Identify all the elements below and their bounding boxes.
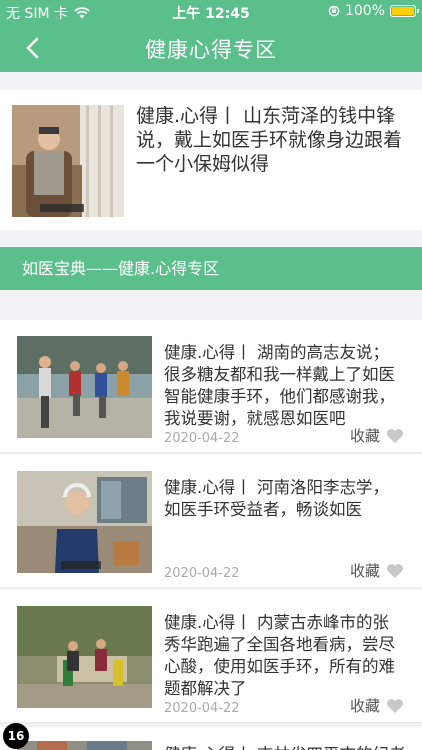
article-thumbnail — [17, 741, 152, 750]
orientation-lock-icon — [328, 5, 340, 17]
article-title: 健康.心得丨 吉林省四平市的纪老师 — [164, 741, 404, 750]
divider — [0, 587, 422, 588]
heart-icon — [387, 698, 403, 713]
article-date: 2020-04-22 — [164, 701, 240, 716]
article-title: 健康.心得丨 湖南的高志友说；很多糖友都和我一样戴上了如医智能健康手环，他们都感… — [164, 343, 395, 428]
section-banner: 如医宝典——健康.心得专区 — [0, 247, 422, 290]
article-item[interactable]: 健康.心得丨 内蒙古赤峰市的张秀华跑遍了全国各地看病，尝尽心酸，使用如医手环，所… — [0, 590, 422, 722]
battery-level — [392, 7, 414, 15]
heart-icon — [387, 428, 403, 443]
divider — [0, 722, 422, 723]
article-item[interactable]: 健康.心得丨 湖南的高志友说；很多糖友都和我一样戴上了如医智能健康手环，他们都感… — [0, 320, 422, 452]
battery-percent: 100% — [344, 3, 385, 19]
nav-bar: 健康心得专区 — [0, 24, 422, 72]
heart-icon — [387, 563, 403, 578]
article-thumbnail — [17, 606, 152, 708]
article-date: 2020-04-22 — [164, 431, 240, 446]
article-item[interactable]: 健康.心得丨 吉林省四平市的纪老师 — [0, 727, 422, 750]
favorite-label: 收藏 — [349, 697, 380, 715]
favorite-button[interactable]: 收藏 — [350, 695, 404, 716]
favorite-button[interactable]: 收藏 — [350, 560, 404, 581]
status-bar: 无 SIM 卡 上午 12:45 100% — [0, 0, 422, 24]
favorite-button[interactable]: 收藏 — [350, 425, 404, 446]
divider — [0, 452, 422, 453]
featured-article[interactable]: 健康.心得丨 山东菏泽的钱中锋说，戴上如医手环就像身边跟着一个小保姆似得 — [0, 90, 422, 230]
article-thumbnail — [17, 471, 152, 573]
battery-icon — [390, 5, 419, 17]
featured-thumbnail — [12, 105, 124, 217]
article-date: 2020-04-22 — [164, 566, 240, 581]
favorite-label: 收藏 — [349, 562, 380, 580]
article-item[interactable]: 健康.心得丨 河南洛阳李志学，如医手环受益者，畅谈如医 2020-04-22 收… — [0, 455, 422, 587]
article-thumbnail — [17, 336, 152, 438]
article-title: 健康.心得丨 河南洛阳李志学，如医手环受益者，畅谈如医 — [164, 478, 389, 519]
article-title: 健康.心得丨 内蒙古赤峰市的张秀华跑遍了全国各地看病，尝尽心酸，使用如医手环，所… — [164, 613, 395, 698]
favorite-label: 收藏 — [349, 427, 380, 445]
notification-badge[interactable]: 16 — [3, 723, 29, 749]
page-title: 健康心得专区 — [145, 38, 277, 62]
featured-title: 健康.心得丨 山东菏泽的钱中锋说，戴上如医手环就像身边跟着一个小保姆似得 — [136, 105, 403, 175]
status-right: 100% — [328, 3, 419, 19]
